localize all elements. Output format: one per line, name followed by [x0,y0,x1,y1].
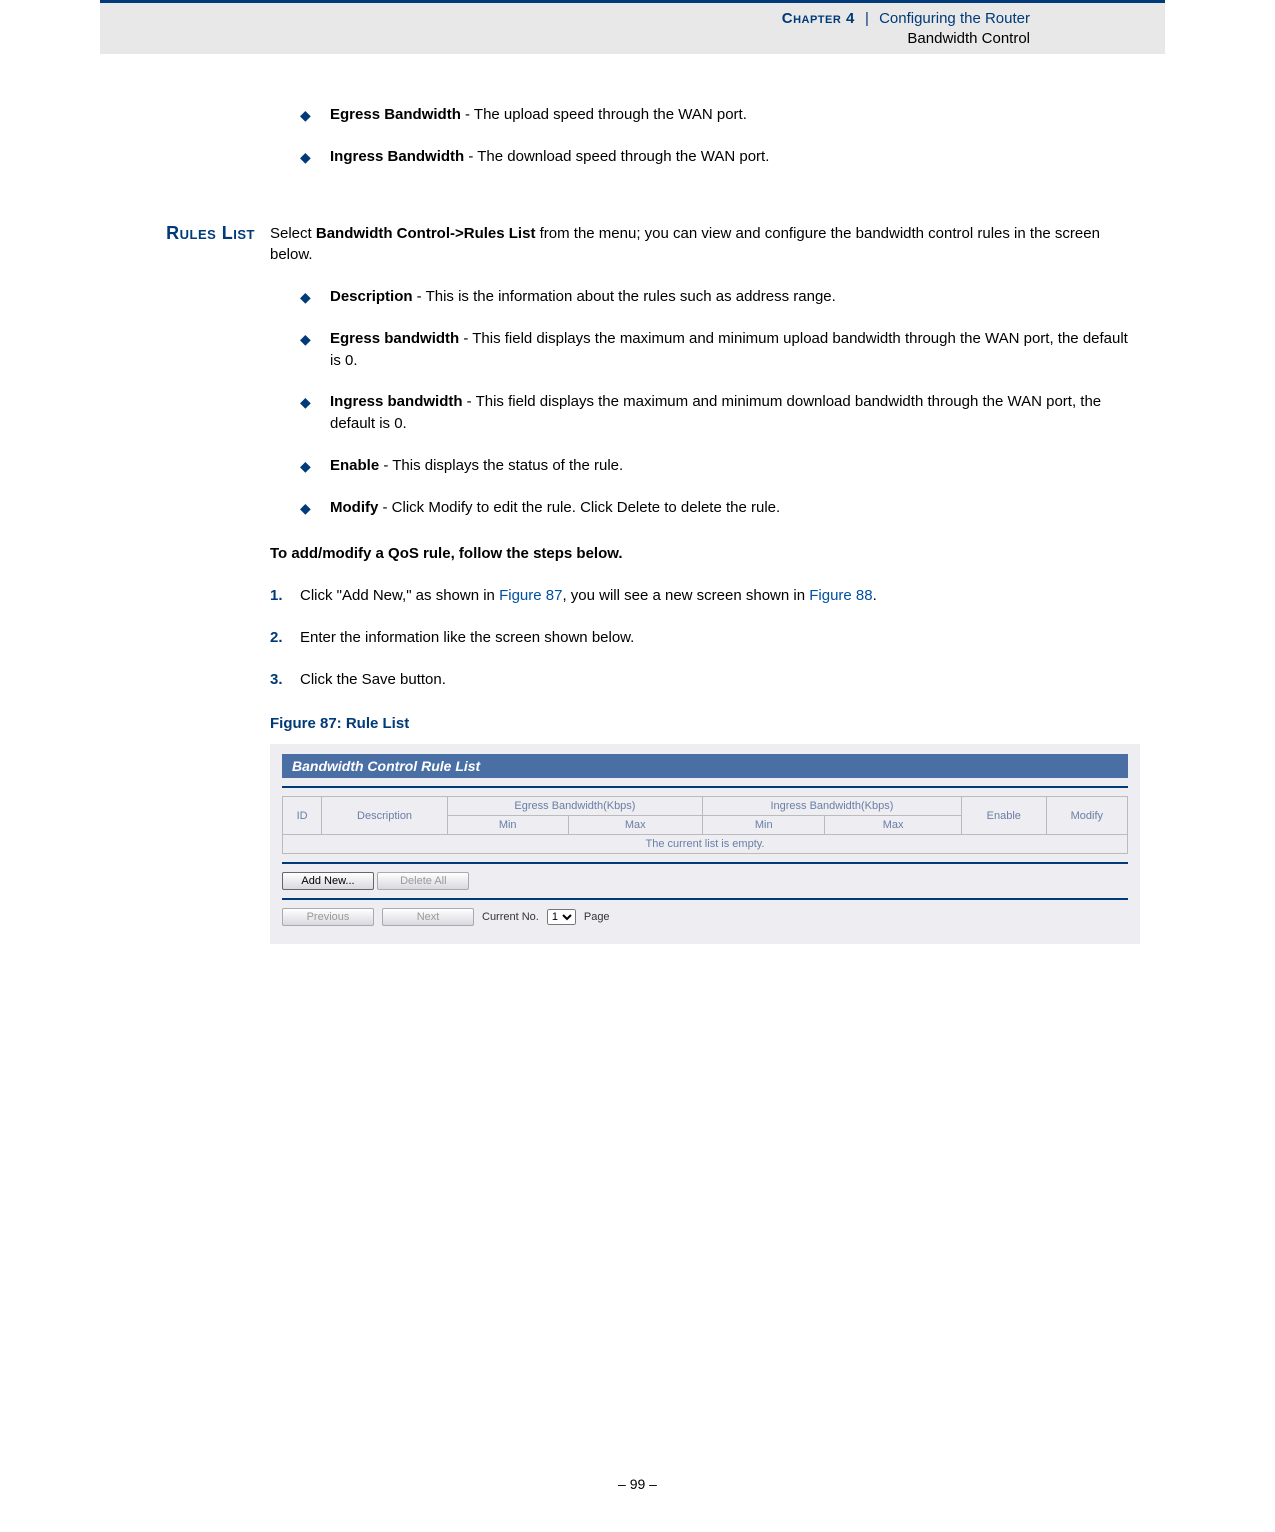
steps-list: Click "Add New," as shown in Figure 87, … [270,585,1140,690]
page-number: – 99 – [0,1476,1275,1492]
chapter-label: Chapter 4 [782,10,855,27]
qos-instruction: To add/modify a QoS rule, follow the ste… [270,543,1140,565]
next-button[interactable]: Next [382,908,474,926]
delete-all-button[interactable]: Delete All [377,872,469,890]
term-desc: - This displays the status of the rule. [379,457,623,474]
divider [282,786,1128,788]
side-heading-rules-list: Rules List [90,223,255,244]
rule-list-panel: Bandwidth Control Rule List ID Descripti… [270,744,1140,944]
term-desc: - This is the information about the rule… [413,288,836,305]
col-ingress-min: Min [703,816,825,835]
pager-label-pre: Current No. [482,911,539,923]
divider [282,862,1128,864]
term: Enable [330,457,379,474]
term-desc: - The upload speed through the WAN port. [461,106,747,123]
step-item: Enter the information like the screen sh… [300,627,1140,649]
figure-link-87[interactable]: Figure 87 [499,587,562,604]
term: Egress Bandwidth [330,106,461,123]
chapter-separator: | [859,10,875,27]
pager-label-post: Page [584,911,610,923]
col-enable: Enable [961,797,1046,835]
col-modify: Modify [1046,797,1127,835]
term: Egress bandwidth [330,330,459,347]
step-item: Click the Save button. [300,669,1140,691]
list-item: Ingress Bandwidth - The download speed t… [330,146,1140,168]
page-select[interactable]: 1 [547,909,576,925]
panel-title: Bandwidth Control Rule List [282,754,1128,778]
figure-caption: Figure 87: Rule List [270,715,1140,732]
term-desc: - The download speed through the WAN por… [464,148,769,165]
col-egress-max: Max [568,816,702,835]
rules-bullet-list: Description - This is the information ab… [270,286,1140,518]
rules-list-lead: Select Bandwidth Control->Rules List fro… [270,223,1140,267]
page-header: Chapter 4 | Configuring the Router Bandw… [100,0,1165,54]
list-item: Egress Bandwidth - The upload speed thro… [330,104,1140,126]
list-item: Ingress bandwidth - This field displays … [330,391,1140,435]
add-new-button[interactable]: Add New... [282,872,374,890]
figure-link-88[interactable]: Figure 88 [809,587,872,604]
list-item: Modify - Click Modify to edit the rule. … [330,497,1140,519]
list-item: Description - This is the information ab… [330,286,1140,308]
chapter-subtitle: Bandwidth Control [907,30,1030,47]
intro-bullet-list: Egress Bandwidth - The upload speed thro… [270,104,1140,168]
previous-button[interactable]: Previous [282,908,374,926]
col-id: ID [283,797,322,835]
term-desc: - Click Modify to edit the rule. Click D… [378,499,780,516]
col-egress: Egress Bandwidth(Kbps) [447,797,702,816]
term: Ingress bandwidth [330,393,463,410]
col-ingress-max: Max [825,816,961,835]
term: Description [330,288,413,305]
chapter-title: Configuring the Router [879,10,1030,27]
divider [282,898,1128,900]
term: Modify [330,499,378,516]
term: Ingress Bandwidth [330,148,464,165]
list-item: Egress bandwidth - This field displays t… [330,328,1140,372]
col-description: Description [322,797,448,835]
empty-message: The current list is empty. [283,835,1128,854]
rule-table: ID Description Egress Bandwidth(Kbps) In… [282,796,1128,854]
col-egress-min: Min [447,816,568,835]
col-ingress: Ingress Bandwidth(Kbps) [703,797,962,816]
list-item: Enable - This displays the status of the… [330,455,1140,477]
step-item: Click "Add New," as shown in Figure 87, … [300,585,1140,607]
